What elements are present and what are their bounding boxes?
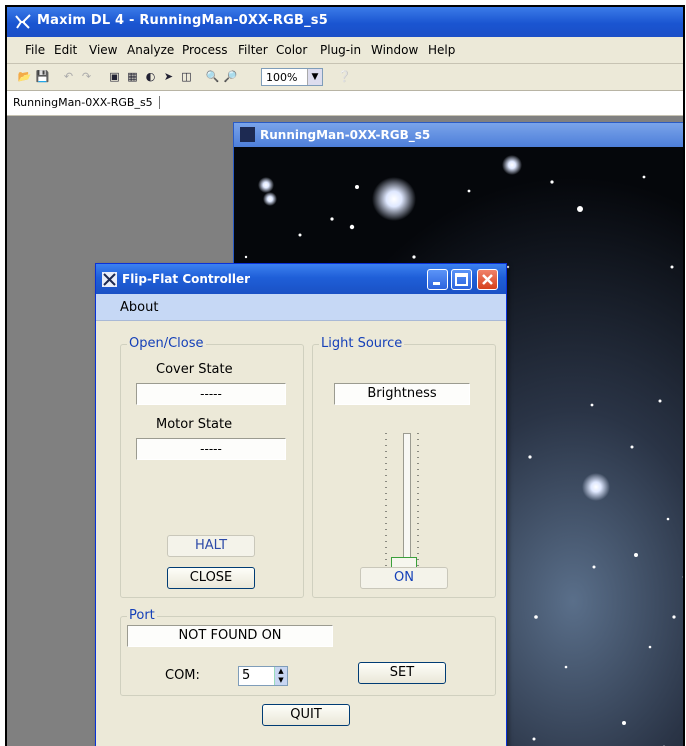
- spin-arrows-icon[interactable]: ▲▼: [274, 667, 287, 685]
- redo-icon[interactable]: ↷: [79, 69, 94, 84]
- app-frame: Maxim DL 4 - RunningMan-0XX-RGB_s5 File …: [5, 5, 685, 746]
- app-title-bar[interactable]: Maxim DL 4 - RunningMan-0XX-RGB_s5: [7, 7, 683, 37]
- chevron-down-icon[interactable]: ▼: [307, 69, 322, 85]
- image-window-title: RunningMan-0XX-RGB_s5: [260, 128, 430, 142]
- open-close-group: Open/Close Cover State ----- Motor State…: [120, 344, 304, 598]
- menu-color[interactable]: Color: [276, 43, 307, 57]
- com-label: COM:: [165, 668, 200, 683]
- brightness-label: Brightness: [334, 383, 470, 405]
- close-cover-button[interactable]: CLOSE: [167, 567, 255, 589]
- zoom-out-icon[interactable]: 🔎: [223, 69, 238, 84]
- open-file-icon[interactable]: 📂: [17, 69, 32, 84]
- menu-edit[interactable]: Edit: [54, 43, 77, 57]
- image-window-icon: [240, 127, 255, 142]
- compare-icon[interactable]: ▦: [125, 69, 140, 84]
- arrow-tool-icon[interactable]: ➤: [161, 69, 176, 84]
- minimize-button[interactable]: [427, 269, 448, 290]
- menu-view[interactable]: View: [89, 43, 117, 57]
- properties-icon[interactable]: ◫: [179, 69, 194, 84]
- light-source-group: Light Source Brightness ON: [312, 344, 496, 598]
- open-close-group-label: Open/Close: [127, 336, 206, 351]
- light-source-group-label: Light Source: [319, 336, 404, 351]
- quit-button[interactable]: QUIT: [262, 704, 350, 726]
- port-status-field: NOT FOUND ON: [127, 625, 333, 647]
- undo-icon[interactable]: ↶: [61, 69, 76, 84]
- com-port-value: 5: [242, 668, 250, 683]
- zoom-in-icon[interactable]: 🔍: [205, 69, 220, 84]
- port-group: Port NOT FOUND ON COM: 5 ▲▼ SET: [120, 616, 496, 696]
- menu-process[interactable]: Process: [182, 43, 228, 57]
- menu-plug-in[interactable]: Plug-in: [320, 43, 361, 57]
- flip-icon[interactable]: ◐: [143, 69, 158, 84]
- dialog-title: Flip-Flat Controller: [122, 272, 250, 286]
- slider-ticks-left: [385, 433, 387, 571]
- image-window-title-bar[interactable]: RunningMan-0XX-RGB_s5: [234, 123, 685, 147]
- motor-state-label: Motor State: [156, 417, 232, 432]
- light-on-button[interactable]: ON: [360, 567, 448, 589]
- context-help-icon[interactable]: ❔: [337, 69, 352, 84]
- menu-analyze[interactable]: Analyze: [127, 43, 174, 57]
- dialog-title-bar[interactable]: Flip-Flat Controller: [96, 264, 506, 294]
- menu-about[interactable]: About: [120, 300, 158, 315]
- dialog-menu-bar: About: [96, 294, 506, 321]
- menu-file[interactable]: File: [25, 43, 45, 57]
- halt-button[interactable]: HALT: [167, 535, 255, 557]
- cover-state-label: Cover State: [156, 362, 233, 377]
- motor-state-field: -----: [136, 438, 286, 460]
- zoom-select[interactable]: 100% ▼: [261, 68, 323, 86]
- slider-ticks-right: [417, 433, 419, 571]
- menu-filter[interactable]: Filter: [238, 43, 268, 57]
- menu-bar: File Edit View Analyze Process Filter Co…: [7, 37, 683, 64]
- maximize-button[interactable]: [451, 269, 472, 290]
- maxim-logo-icon: [15, 14, 31, 30]
- dialog-app-icon: [102, 272, 117, 287]
- port-group-label: Port: [127, 608, 157, 623]
- menu-help[interactable]: Help: [428, 43, 455, 57]
- close-icon: [478, 270, 497, 289]
- menu-window[interactable]: Window: [371, 43, 418, 57]
- zoom-value: 100%: [266, 71, 297, 84]
- cover-state-field: -----: [136, 383, 286, 405]
- brightness-slider-track[interactable]: [403, 433, 411, 567]
- flip-flat-dialog: Flip-Flat Controller About Open/Close Co…: [95, 263, 507, 746]
- document-tab[interactable]: RunningMan-0XX-RGB_s5: [13, 96, 160, 109]
- close-window-button[interactable]: [477, 269, 498, 290]
- maximize-icon: [452, 270, 471, 289]
- document-tab-bar: RunningMan-0XX-RGB_s5: [7, 91, 683, 116]
- minimize-icon: [428, 270, 447, 289]
- screen-stretch-icon[interactable]: ▣: [107, 69, 122, 84]
- com-port-stepper[interactable]: 5 ▲▼: [238, 666, 288, 686]
- toolbar: 📂 💾 ↶ ↷ ▣ ▦ ◐ ➤ ◫ 🔍 🔎 100% ▼ ❔: [7, 64, 683, 91]
- app-title: Maxim DL 4 - RunningMan-0XX-RGB_s5: [37, 13, 328, 28]
- set-port-button[interactable]: SET: [358, 662, 446, 684]
- save-icon[interactable]: 💾: [35, 69, 50, 84]
